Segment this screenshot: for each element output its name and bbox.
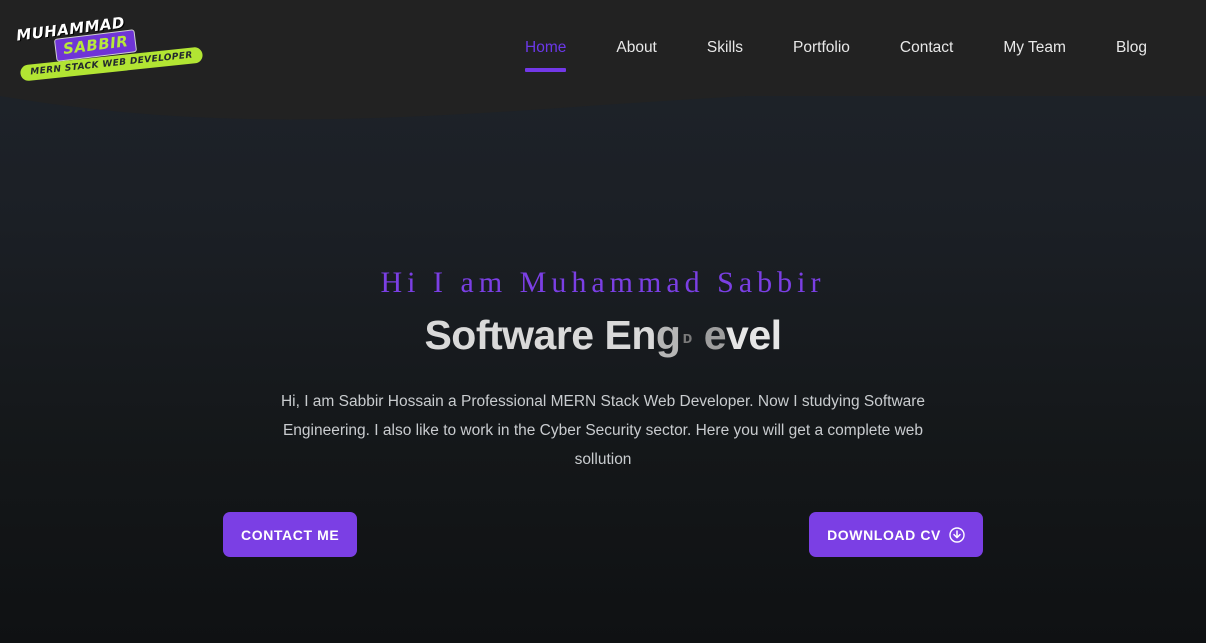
nav-item-portfolio[interactable]: Portfolio	[768, 0, 875, 96]
hero-section: Hi I am Muhammad Sabbir Software En g ᴅ …	[0, 96, 1206, 643]
nav-item-contact-label: Contact	[899, 39, 954, 56]
page-root: MUHAMMAD SABBIR MERN STACK WEB DEVELOPER…	[0, 0, 1206, 643]
nav-item-blog[interactable]: Blog	[1091, 0, 1172, 96]
nav-item-contact[interactable]: Contact	[875, 0, 978, 96]
nav-item-portfolio-label: Portfolio	[793, 39, 850, 56]
site-logo[interactable]: MUHAMMAD SABBIR MERN STACK WEB DEVELOPER	[8, 8, 204, 88]
nav-item-skills[interactable]: Skills	[682, 0, 768, 96]
nav-item-blog-label: Blog	[1115, 39, 1147, 56]
site-header: MUHAMMAD SABBIR MERN STACK WEB DEVELOPER…	[0, 0, 1206, 96]
nav-item-about-label: About	[616, 39, 657, 56]
typewriter-segment-5: vel	[726, 312, 782, 358]
nav-item-home[interactable]: Home	[500, 0, 591, 96]
contact-me-button-label: CONTACT ME	[241, 526, 340, 543]
hero-paragraph: Hi, I am Sabbir Hossain a Professional M…	[280, 393, 926, 468]
main-navigation: Home About Skills Portfolio Contact My T…	[500, 0, 1172, 96]
hero-button-group: CONTACT ME DOWNLOAD CV	[223, 512, 983, 557]
nav-item-about[interactable]: About	[591, 0, 682, 96]
hero-greeting: Hi I am Muhammad Sabbir	[380, 266, 826, 299]
nav-item-skills-label: Skills	[706, 39, 744, 56]
hero-typewriter-headline: Software En g ᴅ e vel	[424, 312, 782, 359]
nav-item-home-label: Home	[525, 39, 567, 56]
download-circle-icon	[949, 526, 965, 543]
contact-me-button[interactable]: CONTACT ME	[223, 512, 358, 557]
nav-item-my-team-label: My Team	[1003, 39, 1066, 56]
typewriter-segment-1: Software En	[424, 312, 656, 358]
typewriter-segment-3: ᴅ	[682, 328, 692, 347]
nav-item-my-team[interactable]: My Team	[978, 0, 1091, 96]
typewriter-segment-4: e	[703, 312, 727, 358]
typewriter-segment-2: g	[655, 312, 681, 358]
download-cv-button[interactable]: DOWNLOAD CV	[809, 512, 983, 557]
download-cv-button-label: DOWNLOAD CV	[827, 526, 941, 543]
